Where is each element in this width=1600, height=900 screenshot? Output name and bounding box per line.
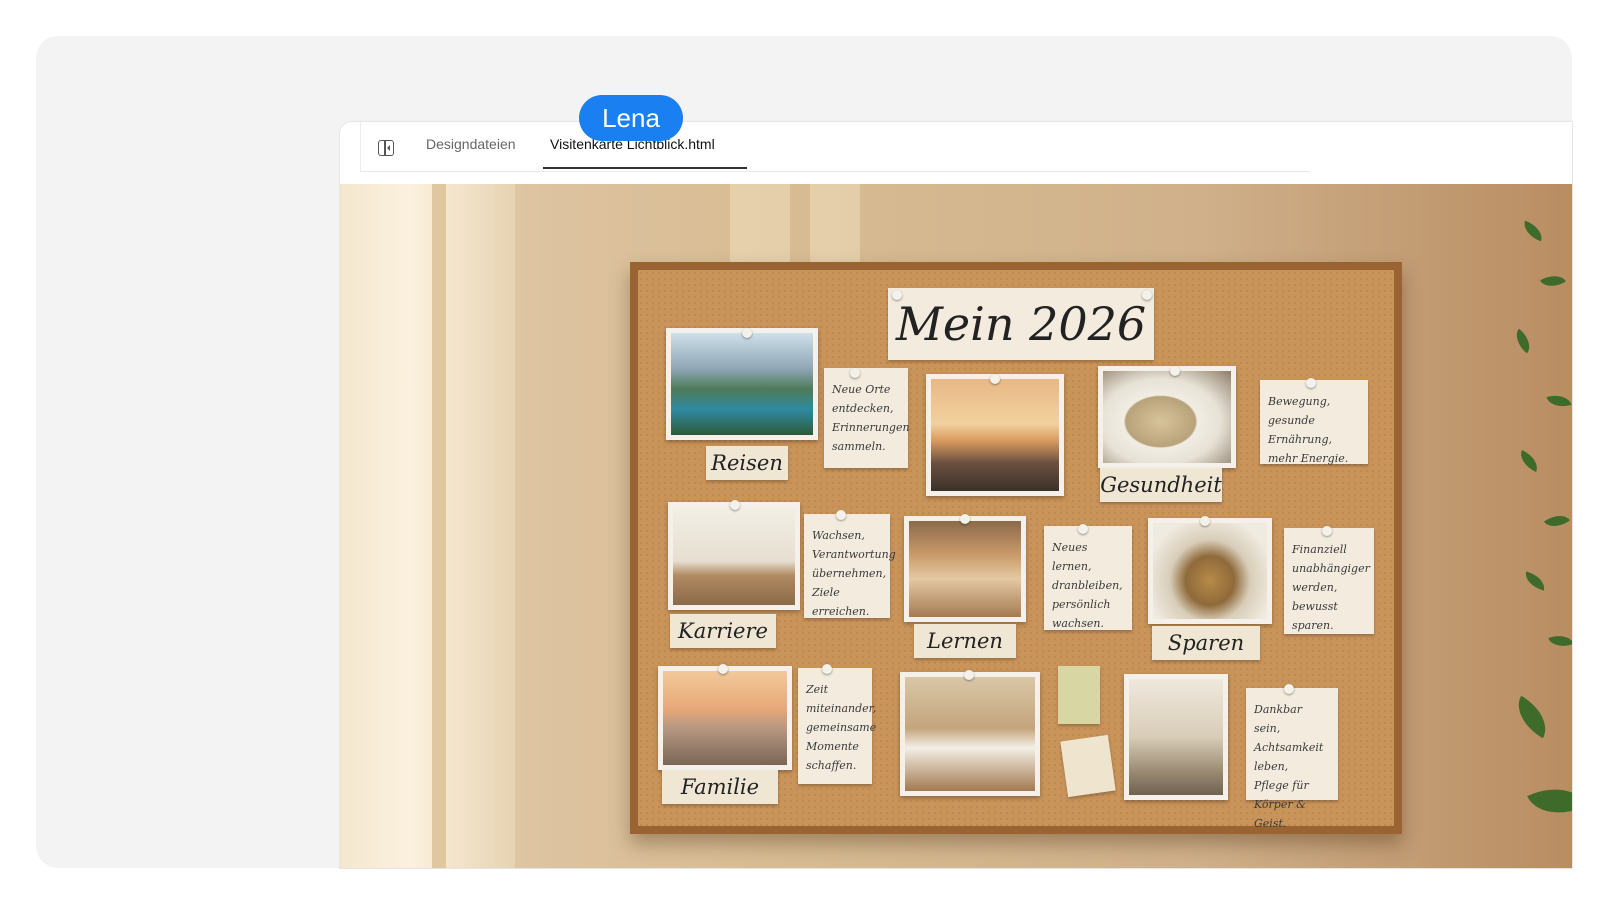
photo-sunset-sea	[926, 374, 1064, 496]
editor-window: Designdateien Visitenkarte Lichtblick.ht…	[340, 122, 1572, 868]
pin	[836, 510, 846, 520]
sticky-note	[1058, 666, 1100, 724]
board-title: Mein 2026	[888, 288, 1154, 360]
tab-bar-divider	[360, 122, 361, 172]
tab-designdateien[interactable]: Designdateien	[426, 136, 516, 152]
note-lernen: Neues lernen, dranbleiben, persönlich wa…	[1044, 526, 1132, 630]
collaborator-cursor-label: Lena	[579, 95, 683, 141]
pin	[1284, 684, 1294, 694]
label-lernen: Lernen	[914, 624, 1016, 658]
label-gesundheit: Gesundheit	[1100, 468, 1222, 502]
pin	[1322, 526, 1332, 536]
leaf	[1522, 571, 1548, 591]
photo-woman-reading	[904, 516, 1026, 622]
label-karriere: Karriere	[670, 614, 776, 648]
pin	[1142, 290, 1152, 300]
label-sparen: Sparen	[1152, 626, 1260, 660]
leaf	[1539, 269, 1567, 293]
pin	[1306, 378, 1316, 388]
cork-board: Mein 2026 Reisen Neue Orte entdecken, Er…	[630, 262, 1402, 834]
note-reisen: Neue Orte entdecken, Erinnerungen sammel…	[824, 368, 910, 468]
window-light	[340, 184, 515, 868]
leaf-card	[1060, 734, 1116, 798]
leaf	[1508, 695, 1556, 739]
pin	[850, 368, 860, 378]
note-achtsamkeit: Dankbar sein, Achtsamkeit leben, Pflege …	[1246, 688, 1338, 830]
active-tab-indicator	[543, 167, 747, 169]
photo-mountain-lake	[666, 328, 818, 440]
pin	[964, 670, 974, 680]
pin	[730, 500, 740, 510]
pin	[990, 374, 1000, 384]
leaf	[1548, 630, 1572, 652]
photo-notebook-coffee	[900, 672, 1040, 796]
pin	[1170, 366, 1180, 376]
pin	[892, 290, 902, 300]
note-gesundheit: Bewegung, gesunde Ernährung, mehr Energi…	[1260, 380, 1368, 465]
pin	[742, 328, 752, 338]
tab-bar-rule	[360, 171, 1310, 172]
leaf	[1520, 220, 1546, 242]
leaf	[1516, 450, 1542, 472]
note-familie: Zeit miteinander, gemeinsame Momente sch…	[798, 668, 876, 784]
photo-salad-bowl	[1098, 366, 1236, 468]
hanging-plant	[1462, 184, 1572, 868]
photo-desk-computer	[668, 502, 800, 610]
photo-plant-yoga	[1124, 674, 1228, 800]
leaf	[1527, 775, 1572, 827]
pin	[960, 514, 970, 524]
leaf	[1546, 391, 1572, 411]
pin	[718, 664, 728, 674]
photo-family-beach	[658, 666, 792, 770]
label-reisen: Reisen	[706, 446, 788, 480]
note-sparen: Finanziell unabhängiger werden, bewusst …	[1284, 528, 1374, 634]
tab-bar: Designdateien Visitenkarte Lichtblick.ht…	[340, 122, 1572, 184]
leaf	[1510, 328, 1536, 354]
pin	[1200, 516, 1210, 526]
window-frame	[432, 184, 446, 868]
label-familie: Familie	[662, 770, 778, 804]
pin	[1078, 524, 1088, 534]
leaf	[1543, 508, 1571, 534]
note-karriere: Wachsen, Verantwortung übernehmen, Ziele…	[804, 514, 896, 618]
pin	[822, 664, 832, 674]
photo-coin-jar	[1148, 518, 1272, 624]
sidebar-toggle-icon[interactable]	[378, 140, 394, 156]
vision-board-image: Mein 2026 Reisen Neue Orte entdecken, Er…	[340, 184, 1572, 868]
